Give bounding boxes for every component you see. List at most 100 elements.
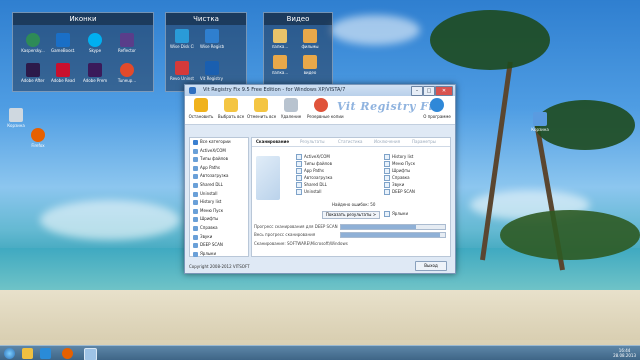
checkbox-item[interactable]: ActiveX/COM	[296, 154, 330, 160]
media-player-icon[interactable]	[40, 348, 51, 359]
tab-scan[interactable]: Сканирование	[256, 138, 289, 146]
checkbox-item[interactable]: App Paths	[296, 168, 324, 174]
category-icon	[193, 140, 198, 145]
check-icon	[384, 168, 390, 174]
recycle-bin-icon	[9, 108, 23, 122]
select-all-icon	[224, 98, 238, 112]
desktop-icon[interactable]: Kaspersky...	[21, 33, 45, 53]
category-icon	[193, 191, 198, 197]
desktop-icon[interactable]: Firefox	[26, 128, 50, 148]
close-button[interactable]: ✕	[435, 86, 453, 96]
desktop-icon[interactable]: папка...	[268, 55, 292, 75]
category-item[interactable]: App Paths	[190, 164, 248, 173]
check-icon	[384, 182, 390, 188]
firefox-icon[interactable]	[62, 348, 73, 359]
tab-settings[interactable]: Параметры	[412, 138, 436, 146]
scan-path: Сканирование: SOFTWARE\Microsoft\Windows	[254, 241, 348, 246]
desktop-icon[interactable]: Vit Registry Fix 9.5	[200, 61, 224, 81]
category-item[interactable]: Uninstall	[190, 190, 248, 199]
title-bar[interactable]: Vit Registry Fix 9.5 Free Edition - for …	[185, 85, 455, 96]
category-item[interactable]: ActiveX/COM	[190, 147, 248, 156]
desktop-icon[interactable]: папка...	[268, 29, 292, 49]
minimize-button[interactable]: –	[411, 86, 423, 96]
category-item[interactable]: DEEP SCAN	[190, 241, 248, 250]
desktop-icon[interactable]: Skype	[83, 33, 107, 53]
category-icon	[193, 200, 198, 206]
category-item[interactable]: Типы файлов	[190, 155, 248, 164]
check-icon	[296, 182, 302, 188]
checkbox-item[interactable]: History list	[384, 154, 413, 160]
category-item[interactable]: Ярлыки	[190, 250, 248, 259]
desktop-icon[interactable]: фильмы	[298, 29, 322, 49]
progress-fill	[341, 225, 416, 229]
category-item[interactable]: History list	[190, 198, 248, 207]
checkbox-item[interactable]: Типы файлов	[296, 161, 332, 167]
pdf-icon	[56, 63, 70, 77]
clock[interactable]: 16:44 28.08.2013	[613, 348, 636, 358]
delete-button[interactable]: Удаление	[277, 98, 305, 119]
checkbox-item[interactable]: Меню Пуск	[384, 161, 415, 167]
backups-button[interactable]: Резервные копии	[307, 98, 344, 119]
category-item[interactable]: Меню Пуск	[190, 207, 248, 216]
category-item[interactable]: Автозагрузка	[190, 172, 248, 181]
desktop-icon[interactable]: Reflector	[115, 33, 139, 53]
checkbox-item[interactable]: DEEP SCAN	[384, 189, 415, 195]
cloud	[330, 15, 420, 45]
desktop-icon[interactable]: GameBoost...	[51, 33, 75, 53]
lifebuoy-icon	[314, 98, 328, 112]
start-button[interactable]	[4, 348, 15, 359]
premiere-icon	[88, 63, 102, 77]
tab-exclusions[interactable]: Исключения	[374, 138, 400, 146]
sand-background	[0, 290, 640, 340]
window-title: Vit Registry Fix 9.5 Free Edition - for …	[203, 87, 346, 93]
category-icon	[193, 234, 198, 240]
checkbox-item[interactable]: Шрифты	[384, 168, 410, 174]
stop-icon	[194, 98, 208, 112]
desktop-icon[interactable]: Adobe Premiere P...	[83, 63, 107, 83]
exit-button[interactable]: Выход	[415, 261, 447, 271]
show-results-button[interactable]: Показать результаты >	[322, 211, 380, 219]
desktop-icon[interactable]: Wise Disk Cleaner	[170, 29, 194, 49]
check-icon	[384, 154, 390, 160]
desktop: Иконки Kaspersky... GameBoost... Skype R…	[0, 0, 640, 360]
category-icon	[193, 251, 198, 257]
select-all-button[interactable]: Выбрать все	[217, 98, 245, 119]
registry-fix-taskbar-icon[interactable]	[84, 348, 97, 360]
desktop-icon[interactable]: Revo Uninst...	[170, 61, 194, 81]
category-icon	[193, 174, 198, 180]
desktop-icon[interactable]: Wise Registry Cleaner	[200, 29, 224, 49]
progress-label: Весь прогресс сканирования	[254, 232, 316, 237]
tab-bar: Сканирование Результаты Статистика Исклю…	[252, 138, 450, 147]
game-icon	[56, 33, 70, 47]
checkbox-item[interactable]: Shared DLL	[296, 182, 327, 188]
explorer-icon[interactable]	[22, 348, 33, 359]
checkbox-item[interactable]: Ярлыки	[384, 211, 408, 217]
category-item[interactable]: Звуки	[190, 233, 248, 242]
category-item[interactable]: Все категории	[190, 138, 248, 147]
category-item[interactable]: Шрифты	[190, 215, 248, 224]
category-item[interactable]: Shared DLL	[190, 181, 248, 190]
tab-stats[interactable]: Статистика	[338, 138, 363, 146]
disk-cleaner-icon	[175, 29, 189, 43]
checkbox-item[interactable]: Uninstall	[296, 189, 321, 195]
checkbox-item[interactable]: Автозагрузка	[296, 175, 332, 181]
check-icon	[296, 175, 302, 181]
maximize-button[interactable]: □	[423, 86, 435, 96]
checkbox-item[interactable]: Справка	[384, 175, 410, 181]
desktop-icon[interactable]: Adobe After Effects CS6	[21, 63, 45, 83]
about-button[interactable]: О программе	[423, 98, 451, 119]
deselect-all-button[interactable]: Отменить все	[247, 98, 276, 119]
desktop-icon[interactable]: Корзина	[528, 112, 552, 132]
toolbar: Остановить Выбрать все Отменить все Удал…	[185, 96, 455, 125]
desktop-icon[interactable]: видео	[298, 55, 322, 75]
desktop-icon[interactable]: Tuneup...	[115, 63, 139, 83]
category-icon	[193, 157, 198, 163]
registry-cleaner-icon	[205, 29, 219, 43]
category-item[interactable]: Справка	[190, 224, 248, 233]
desktop-icon[interactable]: Adobe Reader XI	[51, 63, 75, 83]
stop-button[interactable]: Остановить	[187, 98, 215, 119]
tab-results[interactable]: Результаты	[300, 138, 325, 146]
desktop-icon[interactable]: Корзина	[4, 108, 28, 128]
checkbox-item[interactable]: Звуки	[384, 182, 404, 188]
skype-icon	[88, 33, 102, 47]
